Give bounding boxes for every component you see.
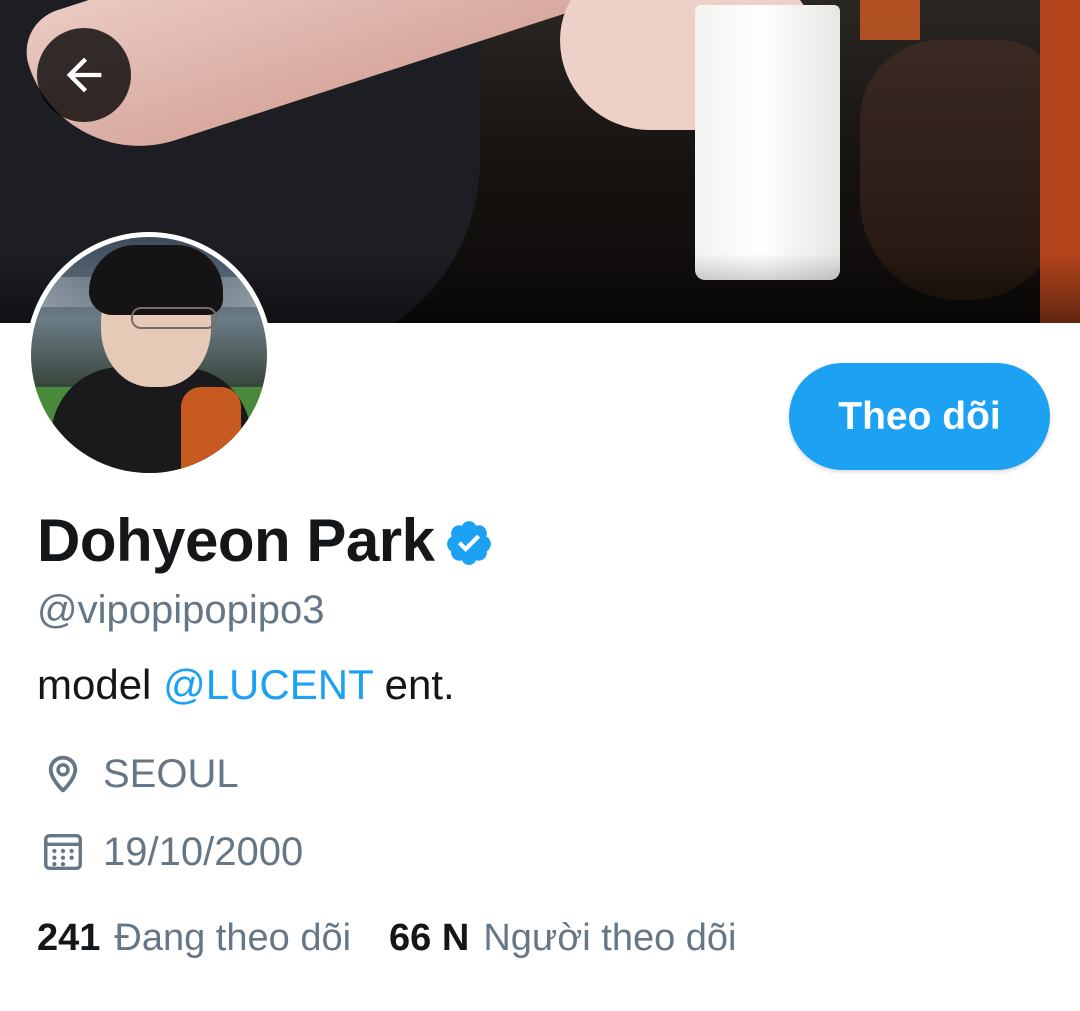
user-handle: @vipopipopipo3 [37,588,325,632]
verified-badge-icon [447,521,492,565]
follow-button[interactable]: Theo dõi [789,363,1050,470]
name-row: Dohyeon Park [37,505,494,577]
avatar-image [31,237,267,473]
birth-date-row: 19/10/2000 [37,826,303,878]
bio: model @LUCENT ent. [37,660,455,710]
bio-mention-link[interactable]: @LUCENT [163,661,373,708]
location-text: SEOUL [103,752,239,796]
following-count: 241 [37,917,101,959]
arrow-left-icon [66,57,102,93]
bio-text: model [37,661,164,708]
back-button[interactable] [37,28,131,122]
banner-stripe [860,0,920,40]
location-row: SEOUL [37,748,239,800]
calendar-icon [37,826,89,878]
location-pin-icon [37,748,89,800]
following-link[interactable]: 241 Đang theo dõi [37,914,351,962]
followers-label: Người theo dõi [483,917,737,959]
banner-cup [695,5,840,280]
following-label: Đang theo dõi [114,917,352,959]
bio-text: ent. [372,661,455,708]
follow-stats: 241 Đang theo dõi 66 N Người theo dõi [37,914,737,962]
avatar[interactable] [26,232,272,478]
birth-date-text: 19/10/2000 [103,830,304,874]
followers-count: 66 N [389,917,470,959]
display-name: Dohyeon Park [37,507,435,574]
followers-link[interactable]: 66 N Người theo dõi [389,914,736,962]
